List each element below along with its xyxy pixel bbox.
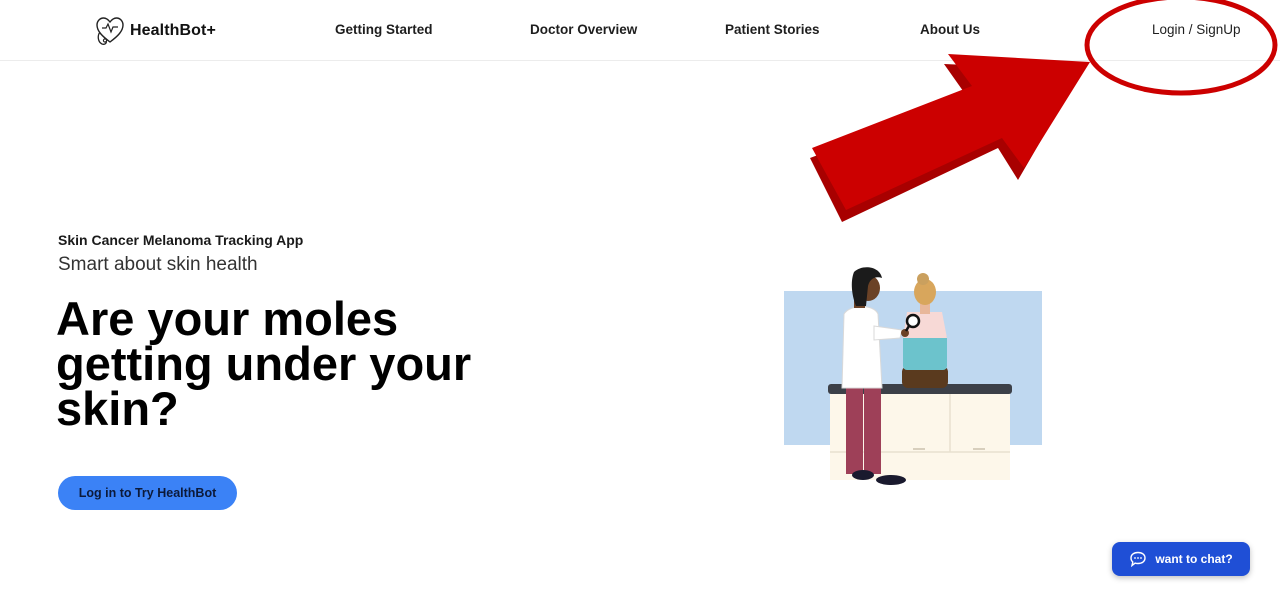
nav-getting-started[interactable]: Getting Started: [335, 22, 433, 37]
top-navbar: HealthBot+ Getting Started Doctor Overvi…: [0, 0, 1280, 61]
hero-eyebrow: Skin Cancer Melanoma Tracking App: [58, 232, 304, 248]
heart-stethoscope-icon: [96, 17, 124, 45]
chat-button[interactable]: want to chat?: [1112, 542, 1250, 576]
hero-headline: Are your moles getting under your skin?: [56, 292, 472, 435]
chat-button-label: want to chat?: [1155, 552, 1233, 566]
doctor-examining-patient-illustration: [784, 267, 1042, 485]
logo[interactable]: HealthBot+: [94, 14, 216, 48]
logo-text: HealthBot+: [130, 22, 216, 39]
nav-doctor-overview[interactable]: Doctor Overview: [530, 22, 637, 37]
hero-tagline: Smart about skin health: [58, 254, 258, 275]
nav-about-us[interactable]: About Us: [920, 22, 980, 37]
login-signup-link[interactable]: Login / SignUp: [1152, 22, 1241, 37]
login-to-try-button[interactable]: Log in to Try HealthBot: [58, 476, 237, 510]
nav-patient-stories[interactable]: Patient Stories: [725, 22, 820, 37]
chat-bubble-icon: [1130, 551, 1147, 567]
